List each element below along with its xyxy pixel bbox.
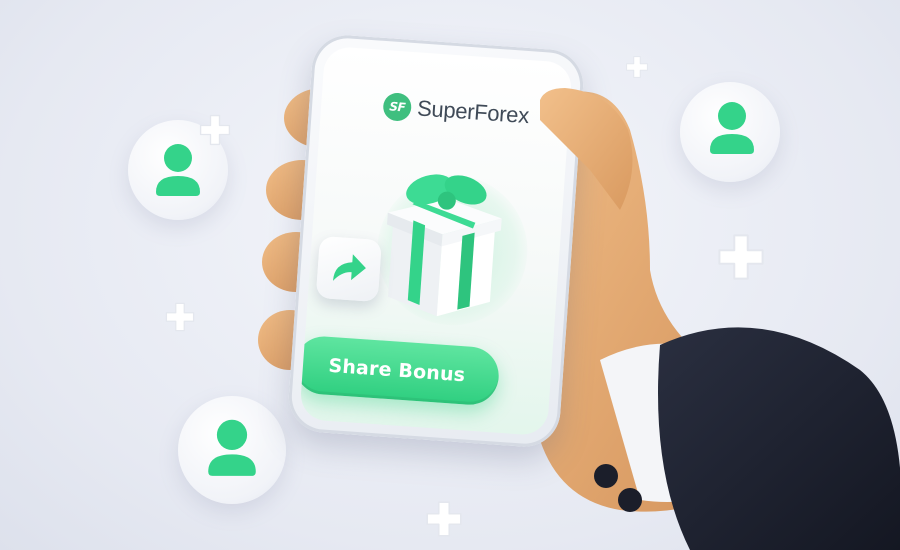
phone: SF SuperForex Share Bonus (286, 32, 586, 450)
gift-box-icon (387, 174, 502, 317)
phone-screen: SF SuperForex Share Bonus (299, 45, 573, 437)
jacket-sleeve (658, 327, 900, 550)
cuff-button (594, 464, 618, 488)
share-arrow-icon (332, 254, 366, 281)
scene: SF SuperForex Share Bonus (0, 0, 900, 550)
brand-logo: SF SuperForex (382, 92, 530, 130)
share-bonus-button[interactable]: Share Bonus (299, 334, 501, 407)
cuff-button (618, 488, 642, 512)
brand-logo-mark: SF (382, 92, 413, 122)
share-tile[interactable] (315, 235, 382, 303)
brand-name: SuperForex (416, 95, 530, 129)
